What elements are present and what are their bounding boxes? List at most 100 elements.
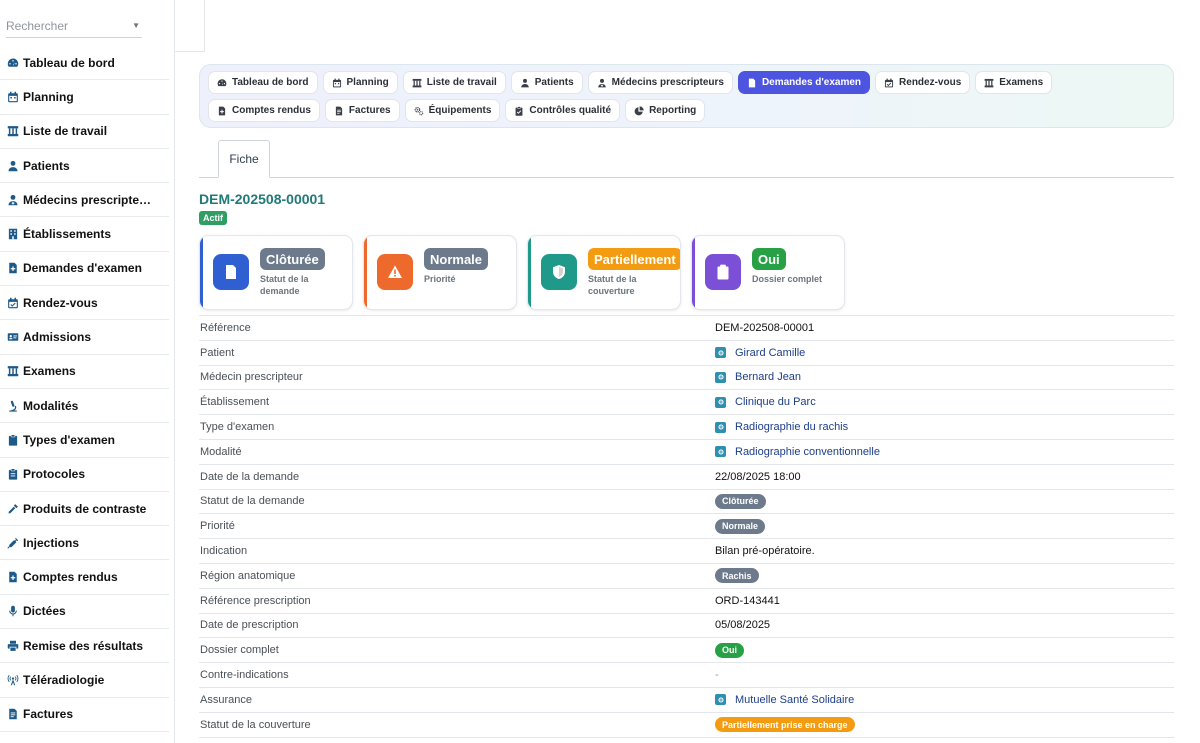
id-card-icon <box>6 330 20 344</box>
record-link[interactable]: Radiographie du rachis <box>715 421 848 433</box>
table-row: Assurance Mutuelle Santé Solidaire <box>199 688 1174 713</box>
chevron-down-icon[interactable]: ▼ <box>132 21 140 30</box>
search-box[interactable]: ▼ <box>6 14 142 38</box>
module-nav-item[interactable]: Examens <box>975 71 1053 94</box>
field-value-cell: ORD-143441 <box>715 595 1174 607</box>
module-nav-item[interactable]: Comptes rendus <box>208 99 320 122</box>
clipboard-icon <box>6 433 20 447</box>
module-nav-item[interactable]: Reporting <box>625 99 706 122</box>
field-value-cell: 05/08/2025 <box>715 619 1174 631</box>
field-label: Statut de la couverture <box>200 718 311 731</box>
sidebar-item[interactable]: Demandes d'examen <box>0 252 169 287</box>
module-nav-item[interactable]: Planning <box>322 71 398 94</box>
module-nav-item[interactable]: Demandes d'examen <box>737 71 871 94</box>
record-link[interactable]: Bernard Jean <box>715 371 801 383</box>
sidebar-item[interactable]: Injections <box>0 526 169 561</box>
sidebar-item[interactable]: Médecins prescripte… <box>0 183 169 218</box>
file-medical-icon <box>6 261 20 275</box>
sidebar-item[interactable]: Planning <box>0 80 169 115</box>
module-nav-item[interactable]: Équipements <box>404 99 501 122</box>
link-text: Radiographie conventionnelle <box>735 445 880 458</box>
module-nav-item[interactable]: Contrôles qualité <box>505 99 621 122</box>
sidebar-item-label: Liste de travail <box>23 124 108 139</box>
sidebar-item[interactable]: Remise des résultats <box>0 629 169 664</box>
record-link[interactable]: Girard Camille <box>715 347 805 359</box>
card-value: Clôturée <box>260 248 325 270</box>
table-row: Établissement Clinique du Parc <box>199 390 1174 416</box>
sidebar-item-label: Téléradiologie <box>23 672 105 687</box>
worklist-icon <box>6 364 20 378</box>
sidebar-item[interactable]: Examens <box>0 355 169 389</box>
field-value-cell: Bilan pré-opératoire. <box>715 545 1174 557</box>
sidebar-item[interactable]: Liste de travail <box>0 115 169 149</box>
module-nav-item[interactable]: Rendez-vous <box>875 71 971 94</box>
field-value-cell: Partiellement prise en charge <box>715 717 1174 733</box>
sidebar-item[interactable]: Rendez-vous <box>0 286 169 321</box>
file-medical-icon <box>6 570 20 584</box>
table-row: Type d'examen Radiographie du rachis <box>199 415 1174 440</box>
calendar-check-icon <box>884 78 894 88</box>
sidebar-item[interactable]: Factures <box>0 698 169 732</box>
card-label: Statut de la couverture <box>588 274 637 296</box>
record-link[interactable]: Mutuelle Santé Solidaire <box>715 694 854 706</box>
field-label: Établissement <box>200 396 270 409</box>
field-value: DEM-202508-00001 <box>715 321 815 334</box>
field-label: Dossier complet <box>200 644 279 657</box>
field-label: Indication <box>200 545 248 558</box>
search-input[interactable] <box>6 18 116 33</box>
app-root: ▼ Tableau de bord Planning Liste de travai… <box>0 0 1200 743</box>
sidebar-item[interactable]: Dictées <box>0 595 169 630</box>
tab-fiche[interactable]: Fiche <box>218 140 270 178</box>
sidebar-item-label: Demandes d'examen <box>23 261 142 276</box>
sidebar-item[interactable]: Tableau de bord <box>0 46 169 81</box>
file-medical-icon <box>747 78 757 88</box>
sidebar-item[interactable]: Patients <box>0 149 169 184</box>
field-label: Référence <box>200 321 251 334</box>
sidebar-item[interactable]: Admissions <box>0 320 169 355</box>
sidebar-item-label: Examens <box>23 364 76 379</box>
card-label: Dossier complet <box>752 274 823 284</box>
record-link[interactable]: Radiographie conventionnelle <box>715 446 880 458</box>
record-link[interactable]: Clinique du Parc <box>715 396 816 408</box>
table-row: Date de la demande 22/08/2025 18:00 <box>199 465 1174 490</box>
tab-bar: Fiche <box>199 140 1174 178</box>
field-label: Assurance <box>200 693 252 706</box>
module-nav-item[interactable]: Liste de travail <box>402 71 506 94</box>
sidebar-item[interactable]: Produits de contraste <box>0 492 169 527</box>
sidebar-item-label: Protocoles <box>23 467 86 482</box>
module-nav-item[interactable]: Factures <box>324 99 400 122</box>
module-nav-label: Liste de travail <box>426 77 497 88</box>
microphone-icon <box>6 604 20 618</box>
value-badge: Oui <box>715 642 744 658</box>
field-value-cell: Mutuelle Santé Solidaire <box>715 694 1174 706</box>
sidebar-item-label: Injections <box>23 535 80 550</box>
sidebar-item-label: Comptes rendus <box>23 570 118 585</box>
field-label: Modalité <box>200 445 242 458</box>
summary-card: Clôturée Statut de la demande <box>199 235 353 310</box>
cogs-icon <box>414 106 424 116</box>
module-nav-item[interactable]: Tableau de bord <box>208 71 318 94</box>
field-value-cell: Rachis <box>715 568 1174 584</box>
sidebar-item-label: Admissions <box>23 330 92 345</box>
table-row: Dossier complet Oui <box>199 638 1174 664</box>
dashboard-icon <box>217 78 227 88</box>
sidebar-item[interactable]: Modalités <box>0 389 169 424</box>
sidebar-item[interactable]: Téléradiologie <box>0 663 169 698</box>
table-row: Référence DEM-202508-00001 <box>199 316 1174 341</box>
link-icon <box>715 371 726 383</box>
doctor-icon <box>6 193 20 207</box>
field-value-cell: Radiographie du rachis <box>715 421 1174 433</box>
table-row: Date de prescription 05/08/2025 <box>199 614 1174 639</box>
sidebar-item[interactable]: Établissements <box>0 217 169 252</box>
card-accent <box>528 236 531 309</box>
module-nav-label: Patients <box>534 77 574 88</box>
card-accent <box>364 236 367 309</box>
sidebar-item[interactable]: Types d'examen <box>0 423 169 458</box>
summary-card: Normale Priorité <box>363 235 517 310</box>
module-nav-item[interactable]: Médecins prescripteurs <box>587 71 733 94</box>
module-nav-item[interactable]: Patients <box>510 71 583 94</box>
sidebar-item[interactable]: Protocoles <box>0 458 169 492</box>
sidebar-item[interactable]: Comptes rendus <box>0 560 169 595</box>
eyedropper-icon <box>6 502 20 516</box>
sidebar-item-label: Produits de contraste <box>23 501 147 516</box>
